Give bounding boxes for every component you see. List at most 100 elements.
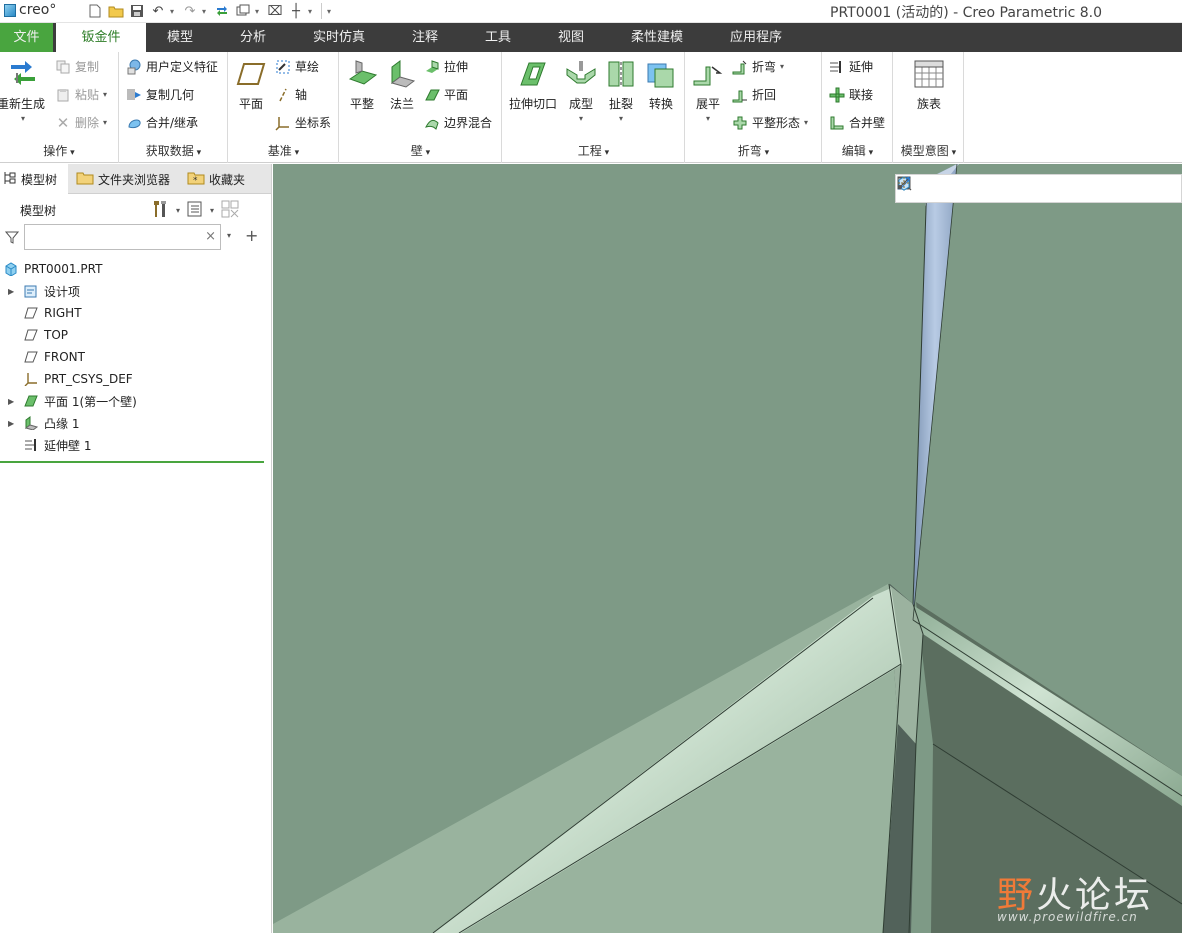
tab-analysis[interactable]: 分析 bbox=[225, 23, 281, 52]
extrude-wall-button[interactable]: 拉伸 bbox=[424, 58, 468, 75]
tree-node-right[interactable]: RIGHT bbox=[0, 302, 271, 324]
unbend-dropdown-icon[interactable]: ▾ bbox=[706, 114, 710, 123]
tree-search-input[interactable]: × bbox=[24, 224, 221, 250]
annotation-display-icon[interactable] bbox=[898, 177, 1181, 200]
group-label-wall[interactable]: 壁 bbox=[340, 142, 501, 159]
tab-model-tree[interactable]: 模型树 bbox=[0, 164, 68, 194]
extrude-cut-button[interactable]: 拉伸切口 bbox=[507, 58, 559, 112]
tab-flexible-modeling[interactable]: 柔性建模 bbox=[620, 23, 694, 52]
zoom-in-icon[interactable] bbox=[897, 176, 948, 200]
tree-node-part[interactable]: PRT0001.PRT bbox=[0, 258, 271, 280]
undo-dropdown-icon[interactable]: ▾ bbox=[170, 7, 178, 16]
tree-columns-icon[interactable] bbox=[220, 199, 240, 222]
tree-show-dropdown-icon[interactable]: ▾ bbox=[210, 206, 214, 215]
zoom-out-icon[interactable] bbox=[897, 176, 974, 200]
tab-model[interactable]: 模型 bbox=[152, 23, 208, 52]
group-label-bend[interactable]: 折弯 bbox=[686, 142, 821, 159]
customize-qat-icon[interactable]: ▾ bbox=[327, 7, 335, 16]
unbend-button[interactable]: 展平 ▾ bbox=[690, 58, 726, 123]
expand-arrow-icon[interactable]: ▶ bbox=[8, 287, 14, 296]
redo-dropdown-icon[interactable]: ▾ bbox=[202, 7, 210, 16]
add-filter-icon[interactable]: + bbox=[245, 226, 258, 245]
tree-node-planar-wall[interactable]: ▶ 平面 1(第一个壁) bbox=[0, 390, 271, 412]
tab-file[interactable]: 文件 bbox=[0, 23, 53, 52]
group-label-datum[interactable]: 基准 bbox=[229, 142, 338, 159]
datum-display-icon[interactable]: ┼ bbox=[287, 1, 305, 21]
expand-arrow-icon[interactable]: ▶ bbox=[8, 419, 14, 428]
paste-dropdown-icon[interactable]: ▾ bbox=[103, 90, 107, 99]
flat-pattern-dropdown-icon[interactable]: ▾ bbox=[804, 118, 808, 127]
convert-button[interactable]: 转换 bbox=[643, 58, 679, 112]
merge-inherit-button[interactable]: 合并/继承 bbox=[126, 114, 198, 131]
flat-pattern-button[interactable]: 平整形态 ▾ bbox=[732, 114, 808, 131]
section-icon[interactable] bbox=[897, 176, 1129, 200]
datum-display-filter-icon[interactable] bbox=[898, 177, 1155, 200]
repaint-icon[interactable] bbox=[897, 176, 1000, 200]
tab-favorites[interactable]: * 收藏夹 bbox=[187, 164, 267, 194]
merge-walls-button[interactable]: 合并壁 bbox=[829, 114, 885, 131]
tab-folder-browser[interactable]: 文件夹浏览器 bbox=[76, 164, 181, 194]
bend-dropdown-icon[interactable]: ▾ bbox=[780, 62, 784, 71]
windows-icon[interactable] bbox=[234, 1, 252, 21]
datum-plane-button[interactable]: 平面 bbox=[235, 58, 267, 112]
filter-icon[interactable] bbox=[4, 230, 20, 247]
new-file-icon[interactable] bbox=[86, 1, 104, 21]
family-table-button[interactable]: 族表 bbox=[911, 58, 947, 112]
copy-button[interactable]: 复制 bbox=[55, 58, 99, 75]
axis-button[interactable]: 轴 bbox=[275, 86, 307, 103]
tab-simulation[interactable]: 实时仿真 bbox=[304, 23, 374, 52]
rip-button[interactable]: 扯裂 ▾ bbox=[603, 58, 639, 123]
form-button[interactable]: 成型 ▾ bbox=[563, 58, 599, 123]
flat-wall-button[interactable]: 平整 bbox=[344, 58, 380, 112]
tree-node-flange[interactable]: ▶ 凸缘 1 bbox=[0, 412, 271, 434]
tree-node-extend-wall[interactable]: 延伸壁 1 bbox=[0, 434, 271, 456]
perspective-icon[interactable] bbox=[898, 176, 1103, 200]
bend-button[interactable]: 折弯 ▾ bbox=[732, 58, 784, 75]
paste-button[interactable]: 粘贴 ▾ bbox=[55, 86, 107, 103]
form-dropdown-icon[interactable]: ▾ bbox=[579, 114, 583, 123]
expand-arrow-icon[interactable]: ▶ bbox=[8, 397, 14, 406]
view-manager-icon[interactable] bbox=[897, 177, 1077, 200]
tree-show-icon[interactable] bbox=[186, 200, 204, 221]
delete-button[interactable]: ✕ 删除 ▾ bbox=[55, 114, 107, 132]
clear-search-icon[interactable]: × bbox=[205, 229, 216, 244]
tree-node-top[interactable]: TOP bbox=[0, 324, 271, 346]
flange-button[interactable]: 法兰 bbox=[384, 58, 420, 112]
save-icon[interactable] bbox=[128, 1, 146, 21]
group-label-edit[interactable]: 编辑 bbox=[823, 142, 892, 159]
sketch-button[interactable]: 草绘 bbox=[275, 58, 319, 75]
rip-dropdown-icon[interactable]: ▾ bbox=[619, 114, 623, 123]
copy-geometry-button[interactable]: 复制几何 bbox=[126, 86, 194, 103]
group-label-operations[interactable]: 操作 bbox=[0, 142, 118, 159]
udf-button[interactable]: 用户定义特征 bbox=[126, 58, 218, 75]
tree-settings-dropdown-icon[interactable]: ▾ bbox=[176, 206, 180, 215]
windows-dropdown-icon[interactable]: ▾ bbox=[255, 7, 263, 16]
tab-view[interactable]: 视图 bbox=[543, 23, 599, 52]
boundary-blend-button[interactable]: 边界混合 bbox=[424, 114, 492, 131]
group-label-model-intent[interactable]: 模型意图 bbox=[894, 142, 963, 159]
tab-annotate[interactable]: 注释 bbox=[397, 23, 453, 52]
open-folder-icon[interactable] bbox=[107, 1, 125, 21]
close-window-icon[interactable]: ⌧ bbox=[266, 1, 284, 21]
tab-applications[interactable]: 应用程序 bbox=[718, 23, 794, 52]
delete-dropdown-icon[interactable]: ▾ bbox=[103, 118, 107, 127]
tab-tools[interactable]: 工具 bbox=[470, 23, 526, 52]
redo-icon[interactable]: ↷ bbox=[181, 1, 199, 21]
graphics-viewport[interactable]: 野火论坛 www.proewildfire.cn bbox=[273, 164, 1182, 933]
csys-button[interactable]: 坐标系 bbox=[275, 114, 331, 131]
planar-wall-button[interactable]: 平面 bbox=[424, 86, 468, 103]
datum-dropdown-icon[interactable]: ▾ bbox=[308, 7, 316, 16]
group-label-engineering[interactable]: 工程 bbox=[503, 142, 684, 159]
regenerate-dropdown-icon[interactable]: ▾ bbox=[21, 114, 25, 123]
tree-settings-icon[interactable] bbox=[150, 199, 170, 222]
display-style-icon[interactable] bbox=[898, 176, 1052, 200]
bend-back-button[interactable]: 折回 bbox=[732, 86, 776, 103]
regenerate-button[interactable]: 重新生成 ▾ bbox=[0, 58, 46, 123]
filter-dropdown-icon[interactable]: ▾ bbox=[227, 231, 231, 240]
saved-orientations-icon[interactable] bbox=[898, 176, 1026, 200]
regenerate-small-icon[interactable] bbox=[213, 1, 231, 21]
insert-indicator[interactable] bbox=[0, 461, 264, 463]
tab-sheetmetal[interactable]: 钣金件 bbox=[56, 23, 146, 52]
undo-icon[interactable]: ↶ bbox=[149, 1, 167, 21]
extend-button[interactable]: 延伸 bbox=[829, 58, 873, 75]
